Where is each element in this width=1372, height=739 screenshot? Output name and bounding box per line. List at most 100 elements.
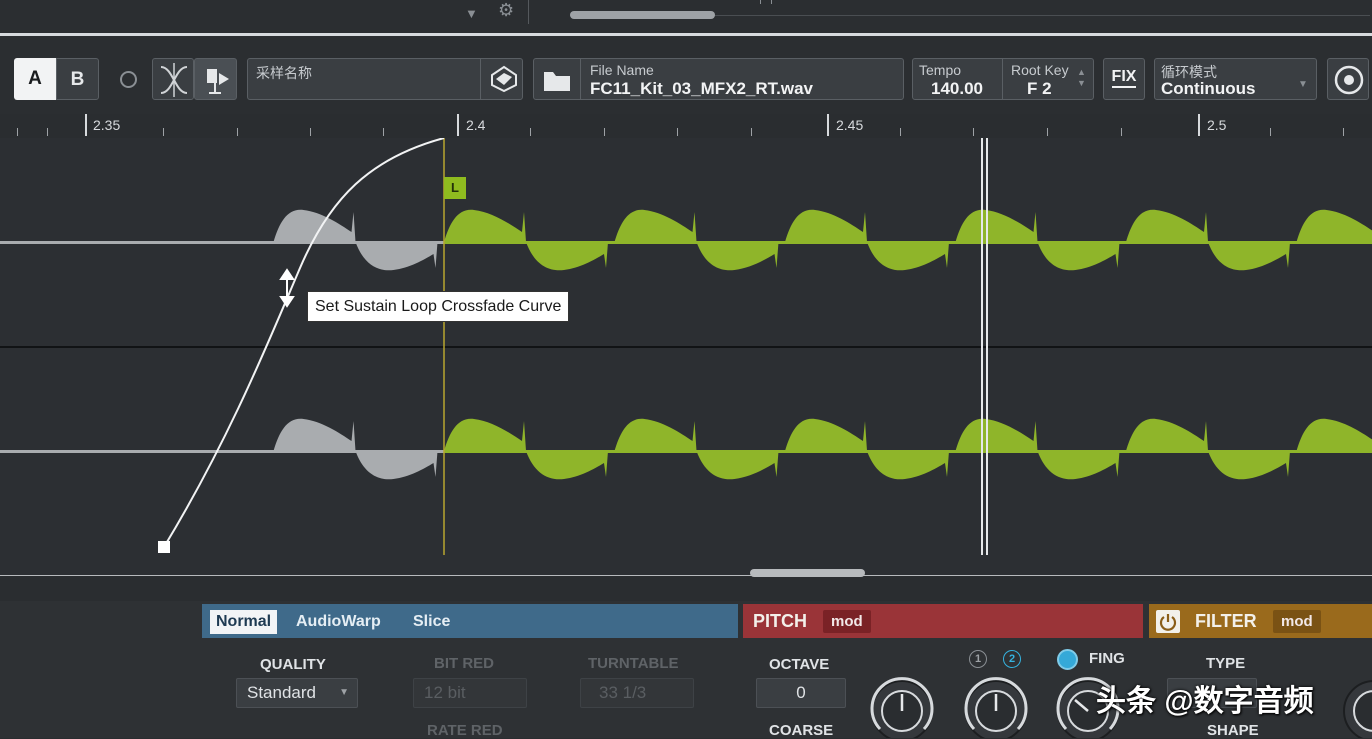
crossfade-tool-button[interactable] <box>152 58 194 100</box>
pitch-knob-1[interactable] <box>867 674 937 738</box>
loop-mode-dropdown[interactable]: 循环模式 Continuous ▼ <box>1154 58 1317 100</box>
turntable-value: 33 1/3 <box>599 683 646 702</box>
fix-button[interactable]: FIX <box>1103 58 1145 100</box>
turntable-label: TURNTABLE <box>588 655 679 672</box>
snap-icon <box>195 59 237 101</box>
waveform-cycle <box>785 210 949 270</box>
preset-name-field[interactable]: 采样名称 <box>247 58 523 100</box>
filter-header: FILTER mod <box>1149 604 1372 638</box>
splitter-handle[interactable] <box>750 569 865 577</box>
bit-red-value: 12 bit <box>424 683 466 702</box>
ruler-minor-tick <box>17 128 18 136</box>
ruler-minor-tick <box>1121 128 1122 136</box>
file-name-value: FC11_Kit_03_MFX2_RT.wav <box>590 79 813 99</box>
playback-mode-section: Normal AudioWarp Slice QUALITY Standard … <box>202 604 738 738</box>
waveform-cycle <box>956 210 1120 270</box>
pitch-mod-button[interactable]: mod <box>823 610 871 633</box>
filter-shape-label: SHAPE <box>1207 722 1259 739</box>
ruler-major-tick <box>457 114 459 136</box>
preset-tag-icon[interactable] <box>490 65 518 93</box>
octave-label: OCTAVE <box>769 656 829 673</box>
dropdown-triangle-icon[interactable]: ▼ <box>465 6 478 21</box>
waveform-baseline <box>444 450 1372 453</box>
pitch-knob-2[interactable] <box>961 674 1031 738</box>
octave-field[interactable]: 0 <box>756 678 846 708</box>
pitch-header: PITCH mod <box>743 604 1143 638</box>
horizontal-scrollbar[interactable] <box>570 11 715 19</box>
ruler-minor-tick <box>1270 128 1271 136</box>
pitch-section: PITCH mod OCTAVE 0 COARSE 1 2 FING <box>743 604 1143 738</box>
sample-toolbar: A B 采样名称 File Name FC11_Kit_03_MFX2_RT. <box>0 36 1372 114</box>
filter-type-label: TYPE <box>1206 655 1245 672</box>
fing-label: FING <box>1089 650 1125 667</box>
filter-mod-button[interactable]: mod <box>1273 610 1321 633</box>
filter-power-button[interactable] <box>1156 610 1180 633</box>
ruler-minor-tick <box>163 128 164 136</box>
file-name-field[interactable]: File Name FC11_Kit_03_MFX2_RT.wav <box>533 58 904 100</box>
waveform-cycle <box>956 419 1120 479</box>
divider <box>528 0 529 24</box>
divider <box>580 59 581 99</box>
waveform-baseline <box>444 241 1372 244</box>
tempo-value[interactable]: 140.00 <box>931 79 983 99</box>
waveform-cycle <box>444 210 608 270</box>
divider <box>1002 59 1003 99</box>
power-icon <box>1156 610 1180 633</box>
fing-toggle[interactable] <box>1057 649 1078 670</box>
tab-audiowarp[interactable]: AudioWarp <box>290 610 387 634</box>
root-key-value[interactable]: F 2 <box>1027 79 1052 99</box>
waveform-cycle <box>1297 210 1372 270</box>
waveform-cycle <box>785 419 949 479</box>
ruler-tick <box>760 0 761 4</box>
ruler-label: 2.4 <box>466 117 485 133</box>
quality-dropdown[interactable]: Standard ▼ <box>236 678 358 708</box>
mode-2-badge[interactable]: 2 <box>1003 650 1021 668</box>
coarse-label: COARSE <box>769 722 833 739</box>
ruler-minor-tick <box>604 128 605 136</box>
mode-1-badge[interactable]: 1 <box>969 650 987 668</box>
waveform-cycle <box>444 419 608 479</box>
a-button[interactable]: A <box>14 58 56 100</box>
folder-icon[interactable] <box>542 67 572 93</box>
ruler-label: 2.5 <box>1207 117 1226 133</box>
waveform-cycle <box>615 419 779 479</box>
ruler-minor-tick <box>47 128 48 136</box>
b-button[interactable]: B <box>56 58 99 100</box>
divider <box>480 59 481 99</box>
ruler-major-tick <box>827 114 829 136</box>
chevron-down-icon: ▼ <box>1298 79 1308 90</box>
ruler-label: 2.45 <box>836 117 863 133</box>
chevron-down-icon: ▼ <box>339 679 349 707</box>
preset-name-label: 采样名称 <box>256 63 312 83</box>
tooltip: Set Sustain Loop Crossfade Curve <box>307 291 569 322</box>
filter-knob[interactable] <box>1339 674 1372 738</box>
ruler-minor-tick <box>973 128 974 136</box>
waveform-cycle <box>1126 419 1290 479</box>
filter-title: FILTER <box>1195 611 1257 632</box>
snap-tool-button[interactable] <box>194 58 237 100</box>
root-key-spinner-icon[interactable]: ▲▼ <box>1077 67 1086 89</box>
tab-slice[interactable]: Slice <box>407 610 456 634</box>
radio-button[interactable] <box>120 71 137 88</box>
bit-red-dropdown[interactable]: 12 bit <box>413 678 527 708</box>
waveform-baseline <box>0 241 444 244</box>
tab-normal[interactable]: Normal <box>210 610 277 634</box>
ruler-minor-tick <box>383 128 384 136</box>
ruler-minor-tick <box>530 128 531 136</box>
target-button[interactable] <box>1327 58 1369 100</box>
waveform-editor[interactable]: Set Sustain Loop Crossfade Curve L <box>0 138 1372 575</box>
waveform-baseline <box>0 450 444 453</box>
loop-start-marker[interactable]: L <box>444 177 466 199</box>
ruler-label: 2.35 <box>93 117 120 133</box>
ruler-major-tick <box>85 114 87 136</box>
quality-value: Standard <box>247 683 316 702</box>
waveform-cycle <box>1297 419 1372 479</box>
gear-icon[interactable]: ⚙ <box>498 0 514 21</box>
file-name-label: File Name <box>590 62 654 78</box>
waveform-cycle <box>1126 210 1290 270</box>
divider <box>0 575 1372 576</box>
ruler-minor-tick <box>237 128 238 136</box>
ruler-tick <box>771 0 772 4</box>
turntable-dropdown[interactable]: 33 1/3 <box>580 678 694 708</box>
time-ruler[interactable]: 2.35 2.4 2.45 2.5 <box>0 114 1372 138</box>
